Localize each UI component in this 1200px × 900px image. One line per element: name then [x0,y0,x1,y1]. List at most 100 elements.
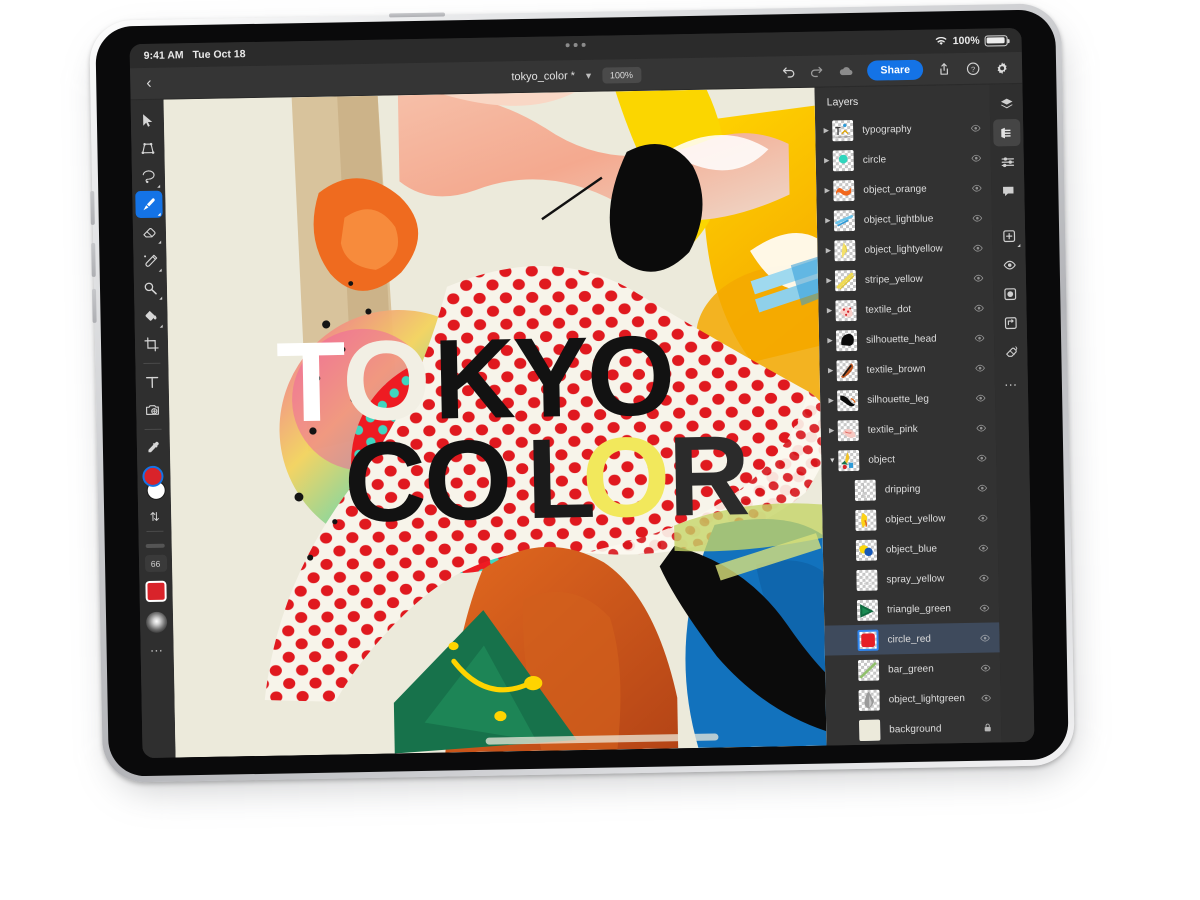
layer-visibility-button[interactable] [995,251,1022,278]
layer-row[interactable]: background [826,712,1002,745]
brush-size-value[interactable]: 66 [144,554,167,573]
crop-tool[interactable] [138,331,165,358]
layer-properties-button[interactable] [993,118,1021,147]
eye-icon[interactable] [969,121,982,134]
layer-row[interactable]: ▶ silhouette_head [819,322,995,355]
layer-thumbnail[interactable] [856,599,879,621]
chevron-right-icon[interactable]: ▶ [826,426,838,434]
eye-icon[interactable] [974,391,987,404]
swap-arrows-icon[interactable]: ⇅ [150,510,160,524]
eye-icon[interactable] [978,631,991,644]
chevron-down-icon[interactable]: ▼ [584,70,593,80]
cloud-icon[interactable] [838,62,854,78]
eyedropper-tool[interactable] [140,435,167,462]
layer-thumbnail[interactable] [834,269,857,291]
layer-thumbnail[interactable] [859,719,881,741]
type-tool[interactable] [138,369,165,396]
clipping-mask-button[interactable] [997,309,1024,336]
volume-up-button[interactable] [90,190,95,225]
eye-icon[interactable] [976,511,989,524]
chevron-right-icon[interactable]: ▶ [822,216,834,224]
eye-icon[interactable] [972,301,985,314]
layer-thumbnail[interactable] [855,539,878,561]
comments-button[interactable] [994,177,1021,204]
layer-row[interactable]: ▶ object_lightblue [817,202,993,235]
layer-thumbnail[interactable] [833,179,855,201]
chevron-right-icon[interactable]: ▶ [825,366,837,374]
document-title-group[interactable]: tokyo_color * ▼ 100% [511,66,642,84]
eye-icon[interactable] [970,181,983,194]
layer-thumbnail[interactable] [856,569,878,591]
eye-icon[interactable] [980,691,993,704]
add-layer-button[interactable] [995,222,1022,249]
layer-row[interactable]: circle_red [824,622,1000,656]
side-button[interactable] [92,288,97,323]
layer-thumbnail[interactable] [836,389,859,411]
place-image-tool[interactable] [139,397,166,424]
layer-row[interactable]: object_lightgreen [825,682,1001,715]
color-swatches[interactable] [140,465,168,504]
brush-tool[interactable] [135,190,163,219]
share-button[interactable]: Share [867,59,924,81]
layer-thumbnail[interactable] [832,119,854,141]
layer-row[interactable]: ▼ object [821,442,997,475]
adjustments-button[interactable] [994,148,1021,175]
chevron-right-icon[interactable]: ▶ [824,336,836,344]
canvas-area[interactable]: T O KYO CO L O R [163,87,827,758]
eye-icon[interactable] [977,541,990,554]
eye-icon[interactable] [973,361,986,374]
chevron-down-icon[interactable]: ▼ [826,457,838,464]
power-button[interactable] [389,12,446,18]
layer-thumbnail[interactable] [858,689,880,711]
lock-icon[interactable] [982,722,993,734]
layer-row[interactable]: ▶ circle [816,142,992,175]
layer-mask-button[interactable] [996,280,1023,307]
eye-icon[interactable] [970,151,983,164]
zoom-level-badge[interactable]: 100% [601,66,642,84]
export-icon[interactable] [936,61,952,77]
soft-round-brush-icon[interactable] [145,611,168,634]
layers-list[interactable]: ▶ typography ▶ circle ▶ object_orange ▶ object_… [815,112,1002,745]
layer-row[interactable]: ▶ textile_pink [820,412,996,445]
layer-row[interactable]: object_blue [823,532,999,565]
layer-thumbnail[interactable] [837,419,859,441]
chevron-right-icon[interactable]: ▶ [820,126,832,134]
lasso-tool[interactable] [135,163,162,190]
layer-row[interactable]: ▶ object_orange [816,172,992,205]
chevron-right-icon[interactable]: ▶ [821,156,833,164]
chevron-right-icon[interactable]: ▶ [821,186,833,194]
undo-icon[interactable] [780,64,796,80]
layer-thumbnail[interactable] [854,479,877,501]
layer-thumbnail[interactable] [838,449,860,471]
eye-icon[interactable] [972,271,985,284]
gear-icon[interactable] [994,60,1010,76]
clone-stamp-tool[interactable] [137,275,164,302]
layer-thumbnail[interactable] [836,359,858,381]
layer-thumbnail[interactable] [857,659,880,681]
chevron-right-icon[interactable]: ▶ [825,396,837,404]
chevron-right-icon[interactable]: ▶ [823,276,835,284]
layers-stack-button[interactable] [993,90,1020,117]
document-title[interactable]: tokyo_color * [511,70,575,83]
layer-thumbnail[interactable] [832,149,854,171]
active-color-chip[interactable] [145,580,167,603]
layer-thumbnail[interactable] [857,629,879,651]
eye-icon[interactable] [975,451,988,464]
eye-icon[interactable] [973,331,986,344]
eye-icon[interactable] [979,661,992,674]
artwork-canvas[interactable]: T O KYO CO L O R [163,87,827,758]
transform-tool[interactable] [134,135,161,162]
eraser-tool[interactable] [136,219,163,246]
chevron-left-icon[interactable]: ‹ [142,73,156,93]
opacity-slider[interactable] [145,543,165,549]
multitask-grabber[interactable] [565,42,586,48]
layer-row[interactable]: object_yellow [822,502,998,535]
layer-row[interactable]: ▶ object_lightyellow [817,232,993,265]
help-circle-icon[interactable]: ? [965,60,981,76]
layer-row[interactable]: ▶ stripe_yellow [818,262,994,295]
layer-row[interactable]: triangle_green [824,592,1000,625]
layer-row[interactable]: ▶ textile_brown [819,352,995,385]
layer-thumbnail[interactable] [834,239,856,261]
paint-bucket-tool[interactable] [137,303,164,330]
blend-mode-button[interactable] [997,338,1024,365]
